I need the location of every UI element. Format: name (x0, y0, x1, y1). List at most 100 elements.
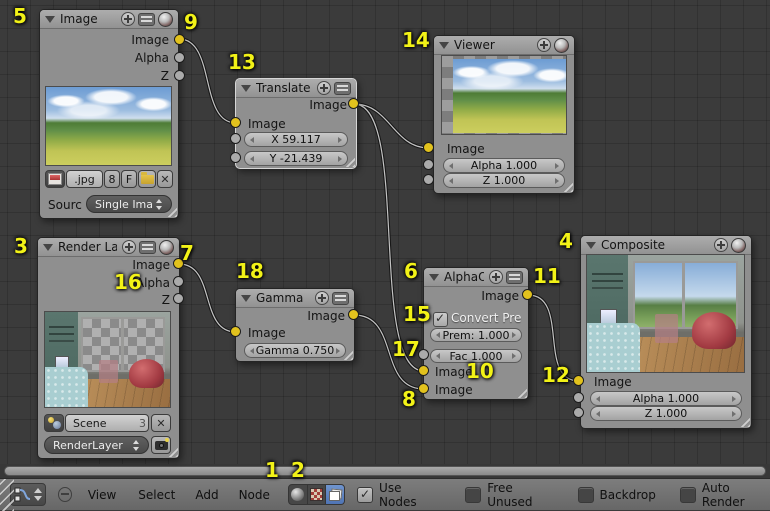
fake-user-button[interactable]: F (121, 170, 137, 188)
plus-icon[interactable] (122, 240, 136, 254)
socket-viewer-in-image[interactable] (423, 142, 434, 153)
pin-icon[interactable] (57, 487, 72, 502)
compositing-nodes-button[interactable] (326, 485, 345, 504)
free-unused-checkbox[interactable] (465, 486, 482, 503)
socket-render-layers-out-image[interactable] (173, 258, 184, 269)
socket-alpha-over-in-image2[interactable] (418, 383, 429, 394)
image-name-field[interactable]: .jpg (66, 170, 103, 188)
collapse-icon[interactable] (241, 84, 251, 92)
collapse-icon[interactable] (45, 15, 55, 23)
area-resize-grip[interactable] (0, 479, 14, 511)
collapse-icon[interactable] (439, 41, 449, 49)
menu-node[interactable]: Node (235, 488, 274, 502)
socket-render-layers-out-z[interactable] (173, 293, 184, 304)
fac-slider[interactable]: Fac 1.000 (430, 349, 522, 363)
socket-image-out-alpha[interactable] (174, 52, 185, 63)
node-alpha-over-header[interactable]: AlphaOve (424, 268, 528, 287)
use-nodes-option[interactable]: Use Nodes (357, 481, 437, 509)
socket-composite-in-alpha[interactable] (573, 392, 584, 403)
node-image[interactable]: Image Image Alpha Z .jpg 8 F ✕ Sourc Sin… (39, 9, 179, 219)
node-editor-canvas[interactable]: Image Image Alpha Z .jpg 8 F ✕ Sourc Sin… (0, 0, 770, 464)
use-nodes-checkbox[interactable] (357, 486, 374, 503)
plus-icon[interactable] (489, 270, 503, 284)
render-layer-dropdown[interactable]: RenderLayer (44, 436, 149, 454)
node-composite[interactable]: Composite Image Alpha 1.000 Z 1.000 (580, 235, 752, 429)
node-resize-grip[interactable] (514, 385, 527, 398)
premul-slider[interactable]: Prem: 1.000 (430, 328, 522, 342)
node-viewer-header[interactable]: Viewer (434, 36, 574, 55)
socket-gamma-in-image[interactable] (230, 326, 241, 337)
collapse-icon[interactable] (43, 243, 53, 251)
node-viewer[interactable]: Viewer Image Alpha 1.000 Z 1.000 (433, 35, 575, 194)
node-render-layers[interactable]: Render Layers Image Alpha Z Scene 3 ✕ Re… (37, 237, 180, 459)
backdrop-checkbox[interactable] (577, 486, 594, 503)
preview-sphere-icon[interactable] (554, 37, 569, 53)
horizontal-scrollbar[interactable] (0, 464, 770, 478)
composite-z-slider[interactable]: Z 1.000 (590, 406, 742, 421)
socket-translate-in-image[interactable] (230, 117, 241, 128)
translate-x-slider[interactable]: X 59.117 (244, 132, 348, 147)
options-icon[interactable] (334, 81, 351, 95)
translate-y-slider[interactable]: Y -21.439 (244, 151, 348, 166)
viewer-z-slider[interactable]: Z 1.000 (443, 173, 565, 188)
source-dropdown[interactable]: Single Ima (86, 195, 172, 213)
node-translate-header[interactable]: Translate (236, 79, 356, 98)
options-icon[interactable] (139, 240, 156, 254)
socket-composite-in-z[interactable] (573, 407, 584, 418)
socket-viewer-in-z[interactable] (423, 174, 434, 185)
menu-add[interactable]: Add (191, 488, 222, 502)
node-translate[interactable]: Translate Image Image X 59.117 Y -21.439 (235, 78, 357, 169)
collapse-icon[interactable] (429, 273, 439, 281)
socket-composite-in-image[interactable] (573, 375, 584, 386)
preview-sphere-icon[interactable] (159, 239, 174, 255)
auto-render-option[interactable]: Auto Render (679, 481, 770, 509)
users-count-button[interactable]: 8 (104, 170, 120, 188)
unlink-scene-button[interactable]: ✕ (151, 414, 171, 432)
unlink-image-button[interactable]: ✕ (157, 170, 173, 188)
node-image-header[interactable]: Image (40, 10, 178, 29)
options-icon[interactable] (332, 291, 349, 305)
horizontal-scrollbar-thumb[interactable] (4, 466, 766, 476)
preview-sphere-icon[interactable] (158, 11, 173, 27)
node-gamma[interactable]: Gamma Image Image Gamma 0.750 (235, 288, 355, 362)
node-render-layers-header[interactable]: Render Layers (38, 238, 179, 257)
options-icon[interactable] (506, 270, 523, 284)
collapse-icon[interactable] (586, 241, 596, 249)
scene-name-field[interactable]: Scene 3 (65, 414, 149, 432)
editor-type-button[interactable] (10, 483, 46, 506)
socket-render-layers-out-alpha[interactable] (173, 276, 184, 287)
auto-render-checkbox[interactable] (679, 486, 696, 503)
viewer-alpha-slider[interactable]: Alpha 1.000 (443, 158, 565, 173)
node-composite-header[interactable]: Composite (581, 236, 751, 255)
open-image-button[interactable] (138, 170, 156, 188)
node-alpha-over[interactable]: AlphaOve Image Convert Pre Prem: 1.000 F… (423, 267, 529, 400)
socket-translate-in-x[interactable] (230, 133, 241, 144)
plus-icon[interactable] (714, 238, 728, 252)
convert-premul-checkbox[interactable] (433, 311, 448, 327)
menu-select[interactable]: Select (134, 488, 179, 502)
backdrop-option[interactable]: Backdrop (577, 486, 656, 503)
render-button[interactable] (151, 436, 171, 454)
plus-icon[interactable] (537, 38, 551, 52)
plus-icon[interactable] (315, 291, 329, 305)
texture-nodes-button[interactable] (308, 485, 327, 504)
menu-view[interactable]: View (84, 488, 120, 502)
socket-alpha-over-in-image1[interactable] (418, 365, 429, 376)
collapse-icon[interactable] (241, 294, 251, 302)
socket-image-out-z[interactable] (174, 70, 185, 81)
composite-alpha-slider[interactable]: Alpha 1.000 (590, 391, 742, 406)
socket-viewer-in-alpha[interactable] (423, 159, 434, 170)
options-icon[interactable] (138, 12, 155, 26)
socket-gamma-out-image[interactable] (348, 309, 359, 320)
preview-sphere-icon[interactable] (731, 237, 746, 253)
plus-icon[interactable] (121, 12, 135, 26)
scene-datablock-button[interactable] (44, 414, 64, 432)
node-gamma-header[interactable]: Gamma (236, 289, 354, 308)
plus-icon[interactable] (317, 81, 331, 95)
free-unused-option[interactable]: Free Unused (465, 481, 555, 509)
socket-alpha-over-out-image[interactable] (522, 289, 533, 300)
socket-translate-in-y[interactable] (230, 152, 241, 163)
gamma-value-slider[interactable]: Gamma 0.750 (244, 343, 346, 358)
socket-image-out-image[interactable] (174, 34, 185, 45)
material-nodes-button[interactable] (289, 485, 308, 504)
